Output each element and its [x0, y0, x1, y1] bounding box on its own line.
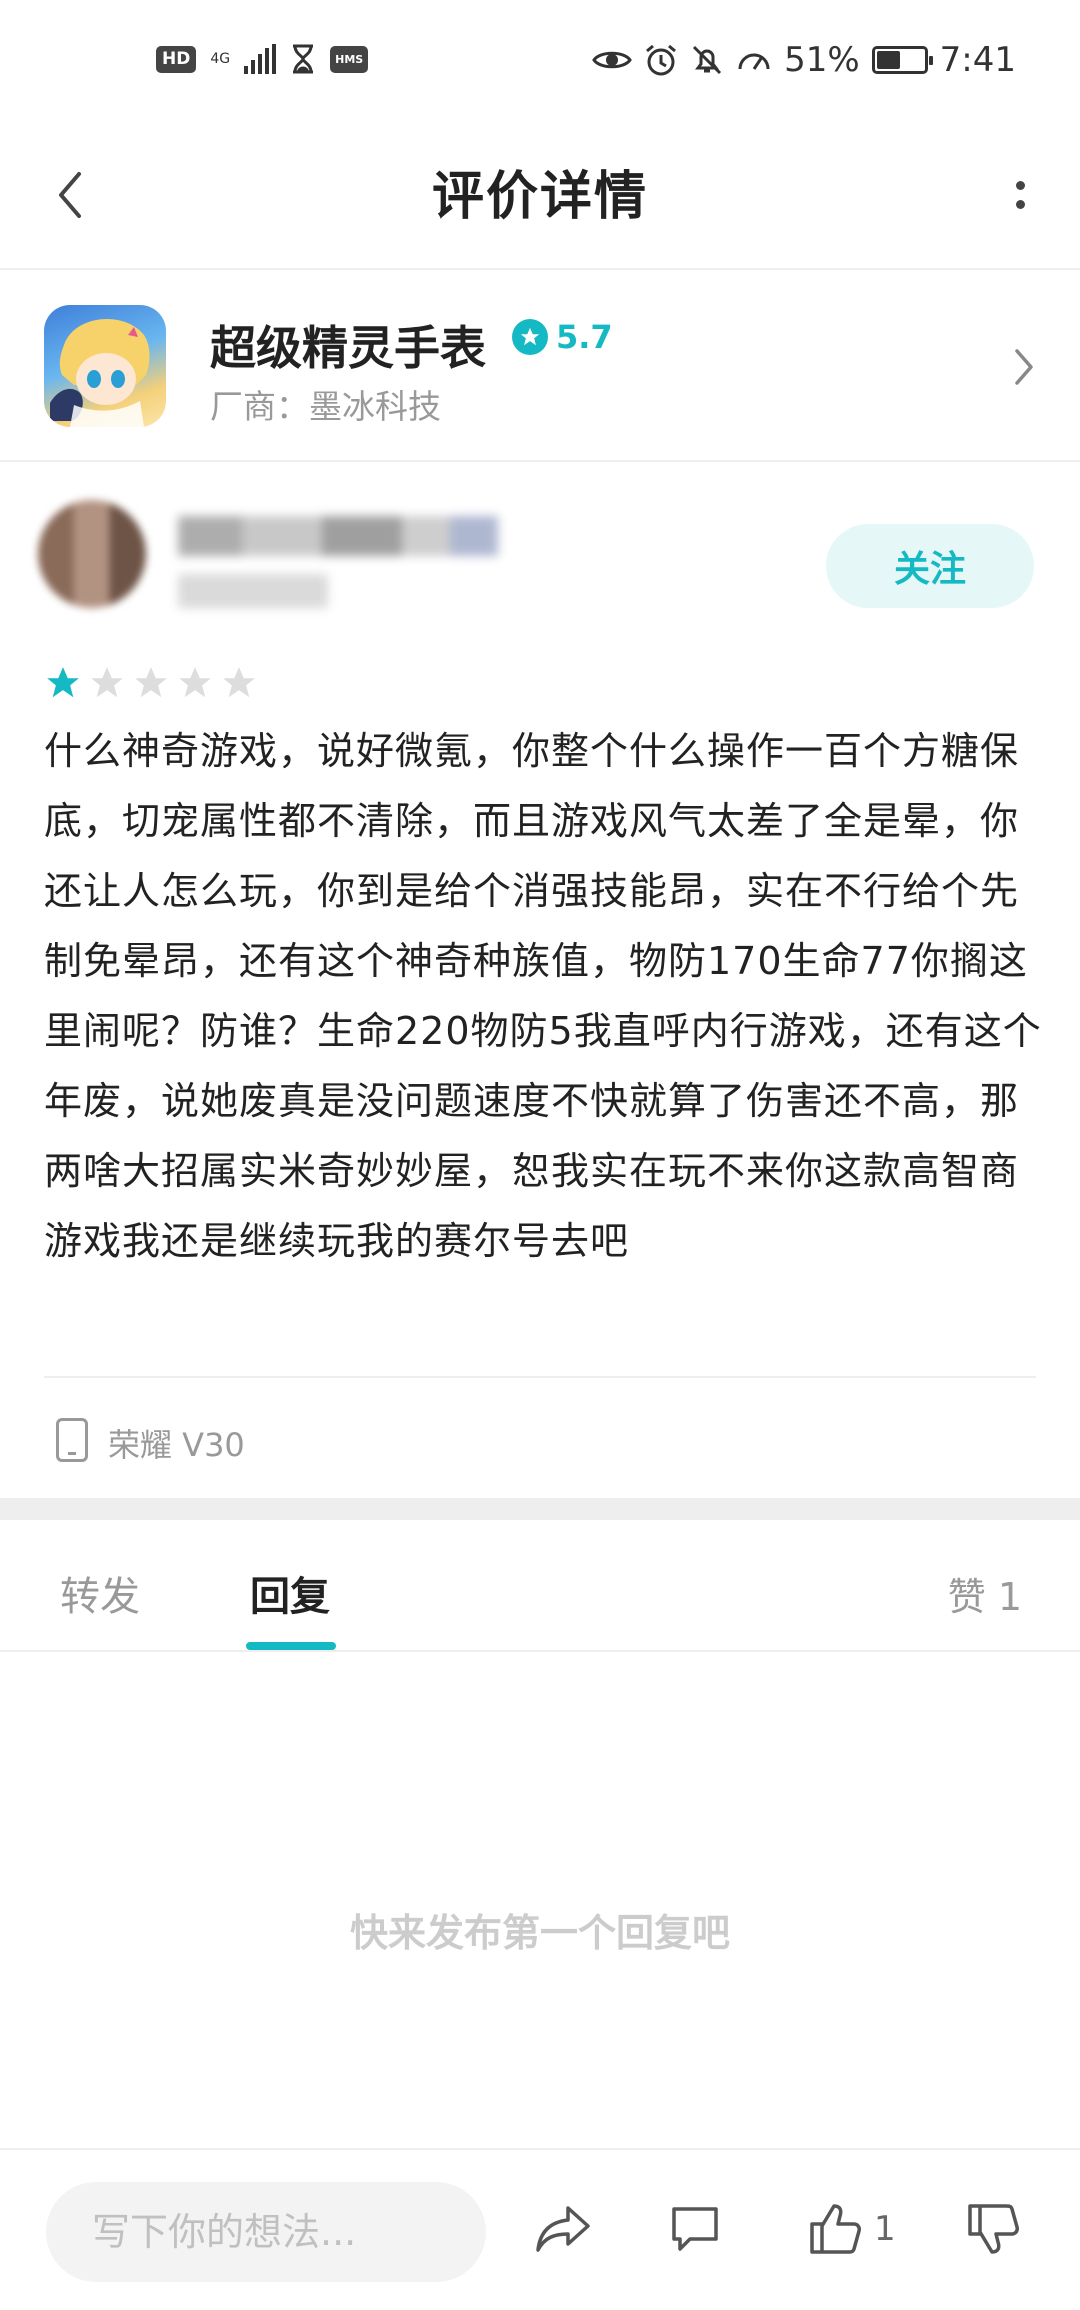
app-rating-score: 5.7 [556, 318, 613, 356]
app-icon [44, 305, 166, 427]
comment-button[interactable] [668, 2194, 722, 2264]
status-bar: HD 4G HMS 51% 7:41 [0, 0, 1080, 120]
page-title: 评价详情 [431, 167, 648, 227]
hd-icon: HD [156, 45, 197, 73]
network-type-label: 4G [210, 51, 231, 67]
star-empty-icon [223, 667, 255, 698]
dislike-button[interactable] [966, 2194, 1020, 2264]
app-artwork-icon [50, 318, 150, 427]
hourglass-icon [293, 44, 314, 74]
bottom-action-bar: 1 [0, 2148, 1080, 2310]
tab-likes[interactable]: 赞 1 [948, 1566, 1022, 1621]
chevron-right-icon[interactable] [1004, 342, 1044, 392]
divider [44, 1376, 1036, 1378]
more-options-button[interactable] [990, 162, 1050, 228]
status-right-icons: 51% 7:41 [592, 40, 1016, 80]
top-nav-bar: 评价详情 [0, 120, 1080, 270]
review-stars [44, 664, 258, 702]
share-button[interactable] [534, 2194, 592, 2264]
like-button[interactable]: 1 [808, 2194, 896, 2264]
star-empty-icon [135, 667, 167, 698]
star-empty-icon [91, 667, 123, 698]
phone-icon [56, 1418, 88, 1462]
status-left-icons: HD 4G HMS [156, 44, 369, 74]
more-dot-icon [1015, 181, 1025, 190]
alarm-icon [646, 44, 677, 76]
tab-active-indicator [246, 1642, 336, 1650]
battery-icon [871, 46, 933, 74]
comment-icon [672, 2207, 718, 2251]
share-icon [536, 2206, 590, 2252]
eye-icon [592, 51, 632, 69]
star-badge-icon [512, 319, 548, 355]
app-rating: 5.7 [512, 318, 613, 356]
app-info-card[interactable]: 超级精灵手表 5.7 厂商：墨冰科技 [0, 272, 1080, 462]
battery-percent: 51% [784, 40, 860, 80]
network-type-icon: 4G [210, 52, 230, 66]
device-name: 荣耀 V30 [108, 1426, 245, 1464]
tab-reply[interactable]: 回复 [250, 1564, 330, 1622]
like-count: 1 [874, 2209, 896, 2249]
speed-icon [738, 53, 770, 70]
tab-forward[interactable]: 转发 [60, 1564, 140, 1622]
username-blurred[interactable] [178, 516, 498, 556]
thumbs-up-icon [810, 2204, 861, 2254]
battery-fill [876, 51, 900, 69]
hms-icon: HMS [330, 45, 369, 73]
follow-button[interactable]: 关注 [826, 524, 1034, 608]
user-info-blurred [178, 574, 328, 608]
app-vendor: 厂商：墨冰科技 [210, 387, 441, 426]
more-dot-icon [1015, 200, 1025, 209]
thumbs-down-icon [968, 2204, 1019, 2254]
comment-input[interactable] [46, 2182, 486, 2282]
tab-bar: 转发 回复 赞 1 [0, 1520, 1080, 1652]
star-filled-icon [47, 667, 79, 698]
section-divider [0, 1498, 1080, 1520]
mute-bell-icon [693, 45, 722, 75]
star-empty-icon [179, 667, 211, 698]
app-name: 超级精灵手表 [210, 321, 486, 375]
empty-replies-hint: 快来发布第一个回复吧 [349, 1911, 730, 1955]
review-text: 什么神奇游戏，说好微氪，你整个什么操作一百个方糖保底，切宠属性都不清除，而且游戏… [44, 729, 1042, 1263]
review-card: 关注 什么神奇游戏，说好微氪，你整个什么操作一百个方糖保底，切宠属性都不清除，而… [0, 464, 1080, 1498]
clock: 7:41 [939, 40, 1016, 80]
device-row: 荣耀 V30 [0, 1376, 1080, 1498]
signal-icon [244, 44, 277, 74]
avatar[interactable] [38, 500, 146, 608]
